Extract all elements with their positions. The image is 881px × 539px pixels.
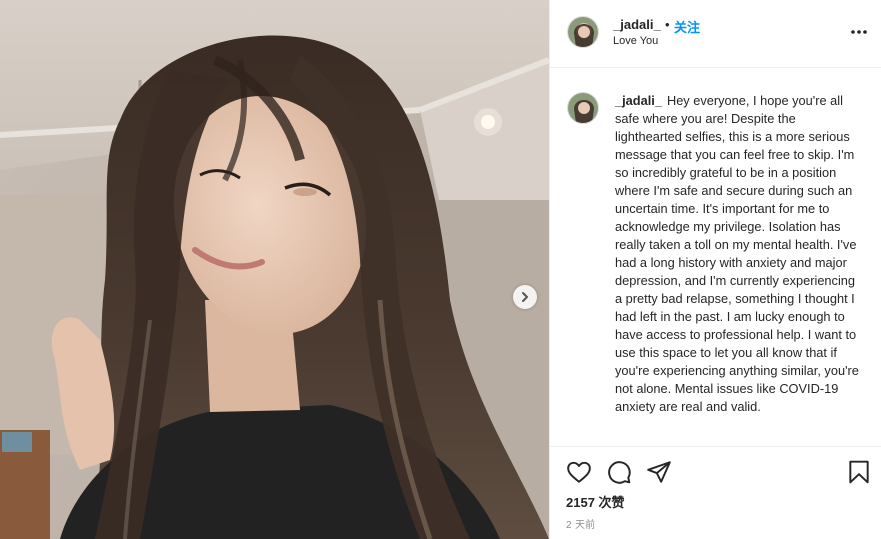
post-photo <box>0 0 549 539</box>
post-timestamp[interactable]: 2 天前 <box>566 516 596 531</box>
more-options-icon[interactable] <box>849 22 869 42</box>
location-link[interactable]: Love You <box>613 35 658 47</box>
next-photo-button[interactable] <box>513 285 537 309</box>
instagram-post: _jadali_ • 关注 Love You _jadali_ Hey every… <box>0 0 881 539</box>
bookmark-icon[interactable] <box>846 459 872 485</box>
post-media[interactable] <box>0 0 549 539</box>
username-link[interactable]: _jadali_ <box>613 17 661 32</box>
separator-dot: • <box>665 17 670 32</box>
caption-area[interactable]: _jadali_ Hey everyone, I hope you're all … <box>550 68 881 447</box>
post-header: _jadali_ • 关注 Love You <box>550 0 881 68</box>
post-side-panel: _jadali_ • 关注 Love You _jadali_ Hey every… <box>549 0 881 539</box>
chevron-right-icon <box>522 292 528 302</box>
likes-count[interactable]: 2157 次赞 <box>566 492 625 511</box>
avatar[interactable] <box>567 16 599 48</box>
post-actions: 2157 次赞 2 天前 <box>550 447 881 539</box>
comment-icon[interactable] <box>606 459 632 485</box>
caption-body: Hey everyone, I hope you're all safe whe… <box>615 93 859 414</box>
share-icon[interactable] <box>646 459 672 485</box>
follow-button[interactable]: 关注 <box>674 17 700 36</box>
caption-username[interactable]: _jadali_ <box>615 93 662 108</box>
heart-icon[interactable] <box>566 459 592 485</box>
caption-avatar[interactable] <box>567 92 599 124</box>
caption-text-block: _jadali_ Hey everyone, I hope you're all … <box>615 92 860 416</box>
